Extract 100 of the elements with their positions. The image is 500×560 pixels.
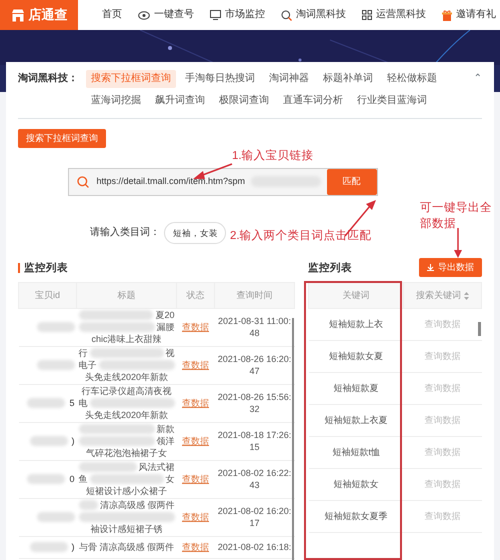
time-text: 2021-08-18 17:26:15 [218,430,292,452]
title-text: 清凉高级感 假两件 [100,499,174,512]
column-header: 搜索关键词 [416,290,462,300]
scrollbar-thumb[interactable] [478,322,481,336]
status-link[interactable]: 查数据 [182,474,209,484]
scrollbar-thumb[interactable] [292,318,294,560]
time-text: 2021-08-26 16:20:47 [218,354,292,376]
title-text: 鱼 [78,473,88,486]
time-text: 2021-08-31 11:00:48 [218,316,291,338]
time-text: 2021-08-02 16:20:17 [218,506,292,528]
search-icon [76,176,88,188]
title-text: 与骨 清凉高级感 假两件 [78,541,174,554]
category-tab[interactable]: 手淘每日热搜词 [180,70,260,88]
logo-bar[interactable]: 店通查 [0,0,78,30]
column-header: 状态 [186,290,204,300]
time-text: 2021-08-02 16:18: [218,542,292,552]
logo-text: 店通查 [28,7,68,23]
status-link[interactable]: 查数据 [182,360,209,370]
title-text: 头免走线2020年新款 [84,371,168,384]
query-link[interactable]: 查询数据 [424,415,461,426]
query-link[interactable]: 查询数据 [424,383,461,394]
nav-link[interactable]: 淘词黑科技 [281,9,346,21]
annotation-arrow [193,163,232,179]
id-text: 0 [69,473,74,486]
blurred-text [27,398,66,408]
link-field[interactable]: https://detail.tmall.com/item.htm?spm 匹配 [68,168,378,196]
status-link[interactable]: 查数据 [182,512,209,522]
section-marker [18,262,20,273]
id-text: ) [72,435,74,448]
title-text: 领洋 [156,435,174,448]
query-link[interactable]: 查询数据 [424,511,461,522]
title-text: 电 [78,397,88,410]
gift-icon [442,10,452,20]
grid-icon [362,10,372,20]
search-icon [281,10,292,20]
title-text: 女 [166,473,174,486]
nav-link[interactable]: 首页 [102,9,122,21]
status-link[interactable]: 查数据 [182,398,209,408]
keyword-text: 短袖短款女夏 [329,351,384,362]
title-text: 行车记录仪超高清夜视 [82,385,172,398]
nav-link[interactable]: 市场监控 [210,9,265,21]
keyword-text: 短袖短款女 [334,479,379,490]
keyword-text: 短袖短款女夏季 [324,511,388,522]
annotation-text: 可一键导出全部数据 [420,200,493,232]
status-link[interactable]: 查数据 [182,542,209,552]
category-tab[interactable]: 轻松做标题 [382,70,442,88]
annotation-text: 1.输入宝贝链接 [232,150,314,164]
query-link[interactable]: 查询数据 [424,319,461,330]
query-link[interactable]: 查询数据 [424,351,461,362]
sort-icon[interactable] [464,292,470,300]
category-tab[interactable]: 搜索下拉框词查询 [86,70,176,88]
time-text: 2021-08-02 16:22:43 [218,468,292,490]
title-text: 电子 [78,359,96,372]
category-tab[interactable]: 直通车词分析 [278,92,348,110]
time-text: 2021-08-26 15:56:32 [218,392,292,414]
column-header: 查询时间 [236,290,272,300]
title-text: 风法式裙 [138,461,174,474]
title-text: 视 [166,347,174,360]
blurred-text [36,322,74,332]
column-header: 标题 [118,290,136,300]
status-link[interactable]: 查数据 [182,322,209,332]
title-text: chic港味上衣甜辣 [91,333,162,346]
nav-link[interactable]: 运营黑科技 [362,9,426,21]
title-text: 短裙设计感小众裙子 [86,485,167,498]
query-link[interactable]: 查询数据 [424,479,461,490]
query-link[interactable]: 查询数据 [424,447,461,458]
tool-button[interactable]: 搜索下拉框词查询 [18,129,106,148]
title-text: 气碎花泡泡袖裙子女 [86,447,167,460]
keyword-text: 短袖短款夏 [334,383,379,394]
keyword-text: 短袖短款t恤 [332,447,380,458]
category-tab[interactable]: 标题补单词 [318,70,378,88]
status-link[interactable]: 查数据 [182,436,209,446]
section-title: 监控列表 [308,262,352,274]
title-text: 夏20 [155,309,174,322]
blurred-text [27,474,66,484]
monitor-icon [210,10,221,20]
export-button[interactable]: 导出数据 [419,258,482,278]
category-label: 淘词黑科技： [18,72,78,85]
match-button[interactable]: 匹配 [326,168,376,195]
id-text: 5 [69,397,74,410]
shop-icon [10,8,24,22]
section-title: 监控列表 [24,262,68,274]
eye-icon [138,10,150,20]
nav-link[interactable]: 邀请有礼 [442,9,496,21]
category-tab[interactable]: 飙升词查询 [150,92,210,110]
category-tab[interactable]: 淘词神器 [264,70,314,88]
url-text: https://detail.tmall.com/item.htm?spm [96,176,246,188]
category-tab[interactable]: 行业类目蓝海词 [352,92,432,110]
category-tab[interactable]: 蓝海词挖掘 [86,92,146,110]
category-input[interactable]: 短袖，女装 [164,222,226,244]
collapse-toggle[interactable]: ⌃ [474,70,482,85]
title-text: 头免走线2020年新款 [84,409,168,422]
blurred-text [30,436,68,446]
keyword-text: 短袖短款上衣 [329,319,384,330]
column-header: 关键词 [342,290,370,300]
category-tab[interactable]: 极限词查询 [214,92,274,110]
download-icon [427,264,434,272]
keyword-text: 短袖短款上衣夏 [324,415,388,426]
title-text: 漏腰 [156,321,174,334]
nav-link[interactable]: 一键查号 [138,9,194,21]
